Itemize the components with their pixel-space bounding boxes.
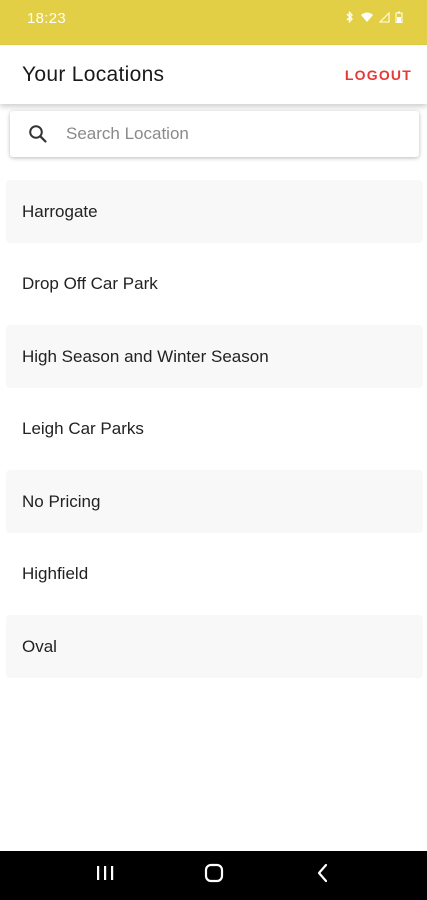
location-item-leigh-car-parks[interactable]: Leigh Car Parks (6, 398, 423, 461)
location-item-harrogate[interactable]: Harrogate (6, 180, 423, 243)
logout-button[interactable]: LOGOUT (345, 67, 412, 83)
search-input[interactable] (66, 124, 386, 144)
system-nav-bar (0, 851, 427, 900)
signal-icon (378, 11, 390, 26)
location-item-drop-off-car-park[interactable]: Drop Off Car Park (6, 253, 423, 316)
status-bar: 18:23 (0, 0, 427, 45)
location-item-no-pricing[interactable]: No Pricing (6, 470, 423, 533)
home-button[interactable] (184, 856, 244, 896)
search-bar[interactable] (10, 111, 419, 157)
home-icon (203, 862, 225, 889)
status-icons (344, 10, 403, 26)
battery-icon (395, 11, 403, 26)
bluetooth-icon (344, 10, 355, 26)
wifi-icon (360, 11, 374, 26)
recents-icon (95, 864, 115, 887)
location-item-high-season-and-winter-season[interactable]: High Season and Winter Season (6, 325, 423, 388)
back-button[interactable] (293, 856, 353, 896)
recents-button[interactable] (75, 856, 135, 896)
search-icon (27, 123, 49, 145)
location-list: Harrogate Drop Off Car Park High Season … (6, 180, 423, 688)
back-icon (314, 863, 332, 888)
page-title: Your Locations (22, 62, 165, 86)
location-item-oval[interactable]: Oval (6, 615, 423, 678)
app-bar: Your Locations LOGOUT (0, 45, 427, 104)
location-item-highfield[interactable]: Highfield (6, 543, 423, 606)
status-time: 18:23 (27, 10, 67, 27)
